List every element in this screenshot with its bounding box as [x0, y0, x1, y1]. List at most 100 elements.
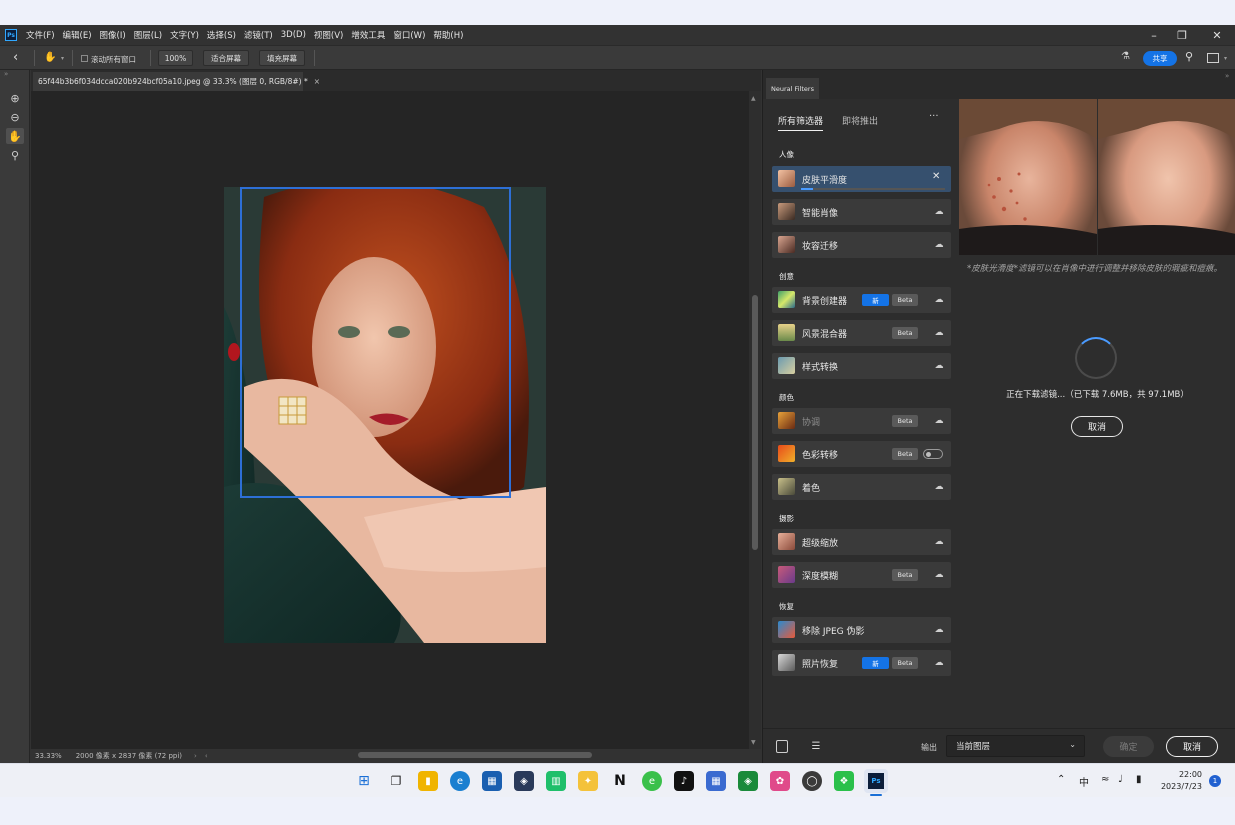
cloud-download-icon[interactable]: ☁: [932, 326, 946, 339]
workspace-chevron-icon[interactable]: ▾: [1224, 55, 1227, 62]
menu-select[interactable]: 选择(S): [204, 29, 241, 41]
wechat-icon[interactable]: ❖: [834, 771, 854, 791]
store-icon[interactable]: ▦: [482, 771, 502, 791]
magnifier-icon[interactable]: ⚲: [6, 147, 24, 163]
menu-window[interactable]: 窗口(W): [390, 29, 430, 41]
menu-view[interactable]: 视图(V): [311, 29, 348, 41]
cloud-download-icon[interactable]: ☁: [932, 623, 946, 636]
filter-smart-portrait[interactable]: 智能肖像 ☁: [772, 199, 951, 225]
app-circle-icon[interactable]: ◯: [802, 771, 822, 791]
more-options-icon[interactable]: ···: [929, 111, 939, 122]
search-icon[interactable]: ⚲: [1185, 50, 1199, 64]
cloud-download-icon[interactable]: ☁: [932, 414, 946, 427]
clock[interactable]: 22:00 2023/7/23: [1158, 769, 1202, 793]
menu-image[interactable]: 图像(I): [97, 29, 131, 41]
cloud-download-icon[interactable]: ☁: [932, 293, 946, 306]
panel-collapse-icon[interactable]: »: [1225, 72, 1229, 80]
filter-super-zoom[interactable]: 超级缩放 ☁: [772, 529, 951, 555]
fit-screen-button[interactable]: 适合屏幕: [203, 50, 249, 66]
cloud-download-icon[interactable]: ☁: [932, 535, 946, 548]
app-green-icon[interactable]: ▥: [546, 771, 566, 791]
menu-layer[interactable]: 图层(L): [131, 29, 167, 41]
app-pink-icon[interactable]: ✿: [770, 771, 790, 791]
zoom-out-icon[interactable]: ⊖: [6, 109, 24, 125]
scroll-left-icon[interactable]: ‹: [205, 752, 208, 760]
close-icon[interactable]: ✕: [932, 171, 940, 182]
filter-background-creator[interactable]: 背景创建器 新 Beta ☁: [772, 287, 951, 313]
filter-harmonization[interactable]: 协调 Beta ☁: [772, 408, 951, 434]
filter-colorize[interactable]: 着色 ☁: [772, 474, 951, 500]
zoom-level[interactable]: 33.33%: [35, 752, 62, 760]
filter-photo-restoration[interactable]: 照片恢复 新 Beta ☁: [772, 650, 951, 676]
compare-icon[interactable]: [776, 740, 788, 753]
output-select[interactable]: 当前图层 ⌄: [946, 735, 1085, 757]
app-yellow-icon[interactable]: ✦: [578, 771, 598, 791]
cloud-download-icon[interactable]: ☁: [932, 238, 946, 251]
layers-icon[interactable]: ☰: [808, 738, 824, 754]
filter-makeup-transfer[interactable]: 妆容迁移 ☁: [772, 232, 951, 258]
filter-color-transfer[interactable]: 色彩转移 Beta: [772, 441, 951, 467]
zoom-in-icon[interactable]: ⊕: [6, 90, 24, 106]
color-transfer-toggle[interactable]: [923, 449, 943, 459]
filter-skin-smoothing[interactable]: 皮肤平滑度 ✕: [772, 166, 951, 192]
restore-icon[interactable]: ❐: [1168, 25, 1196, 45]
battery-icon[interactable]: ▮: [1136, 774, 1142, 785]
horizontal-scroll-thumb[interactable]: [358, 752, 592, 758]
menu-type[interactable]: 文字(Y): [167, 29, 204, 41]
wifi-icon[interactable]: ≈: [1101, 774, 1109, 785]
ok-button[interactable]: 确定: [1103, 736, 1154, 757]
app-n-icon[interactable]: N: [610, 771, 630, 791]
scroll-up-icon[interactable]: ▲: [751, 95, 756, 102]
selection-box[interactable]: [240, 187, 511, 498]
hand-icon[interactable]: ✋: [6, 128, 24, 144]
start-icon[interactable]: ⊞: [354, 771, 374, 791]
filter-depth-blur[interactable]: 深度模糊 Beta ☁: [772, 562, 951, 588]
tab-close-icon[interactable]: ×: [314, 77, 320, 86]
edge-icon[interactable]: e: [450, 771, 470, 791]
cancel-button[interactable]: 取消: [1166, 736, 1218, 757]
chevron-down-icon[interactable]: ▾: [61, 55, 64, 62]
close-icon[interactable]: ✕: [1203, 25, 1231, 45]
filter-style-transfer[interactable]: 样式转换 ☁: [772, 353, 951, 379]
cloud-download-icon[interactable]: ☁: [932, 359, 946, 372]
task-view-icon[interactable]: ❐: [386, 771, 406, 791]
menu-edit[interactable]: 编辑(E): [60, 29, 97, 41]
tab-all-filters[interactable]: 所有筛选器: [778, 114, 824, 131]
tab-coming-soon[interactable]: 即将推出: [842, 114, 878, 127]
tray-chevron-icon[interactable]: ⌃: [1057, 774, 1065, 785]
notification-badge[interactable]: 1: [1209, 775, 1221, 787]
cloud-download-icon[interactable]: ☁: [932, 656, 946, 669]
document-tab[interactable]: 65f44b3b6f034dcca020b924bcf05a10.jpeg @ …: [33, 72, 320, 91]
minimize-icon[interactable]: –: [1140, 25, 1168, 45]
vertical-scroll-thumb[interactable]: [752, 295, 758, 550]
collapse-icon[interactable]: »: [4, 70, 8, 78]
file-explorer-icon[interactable]: ▮: [418, 771, 438, 791]
cloud-download-icon[interactable]: ☁: [932, 205, 946, 218]
zoom-100-button[interactable]: 100%: [158, 50, 193, 66]
hand-tool-icon[interactable]: ✋: [44, 50, 58, 66]
volume-icon[interactable]: ♩: [1118, 774, 1123, 785]
menu-plugins[interactable]: 增效工具: [348, 29, 390, 41]
filter-jpeg-artifacts[interactable]: 移除 JPEG 伪影 ☁: [772, 617, 951, 643]
scroll-down-icon[interactable]: ▼: [751, 739, 756, 746]
share-button[interactable]: 共享: [1143, 51, 1177, 66]
shield-icon[interactable]: ◈: [738, 771, 758, 791]
calculator-icon[interactable]: ▦: [706, 771, 726, 791]
menu-3d[interactable]: 3D(D): [278, 30, 311, 40]
filter-landscape-mixer[interactable]: 风景混合器 Beta ☁: [772, 320, 951, 346]
workspace-icon[interactable]: [1207, 53, 1219, 63]
neural-filters-tab[interactable]: Neural Filters: [766, 78, 819, 99]
browser-e-icon[interactable]: e: [642, 771, 662, 791]
ime-indicator[interactable]: 中: [1079, 774, 1089, 789]
flask-icon[interactable]: ⚗: [1121, 51, 1135, 65]
menu-filter[interactable]: 滤镜(T): [241, 29, 278, 41]
status-arrow-icon[interactable]: ›: [194, 752, 197, 760]
menu-help[interactable]: 帮助(H): [430, 29, 468, 41]
scroll-all-windows-checkbox[interactable]: [81, 55, 88, 62]
cancel-download-button[interactable]: 取消: [1071, 416, 1123, 437]
menu-file[interactable]: 文件(F): [23, 29, 60, 41]
cloud-download-icon[interactable]: ☁: [932, 480, 946, 493]
cloud-download-icon[interactable]: ☁: [932, 568, 946, 581]
photoshop-taskbar-slot[interactable]: Ps: [864, 769, 888, 793]
app-cube-icon[interactable]: ◈: [514, 771, 534, 791]
